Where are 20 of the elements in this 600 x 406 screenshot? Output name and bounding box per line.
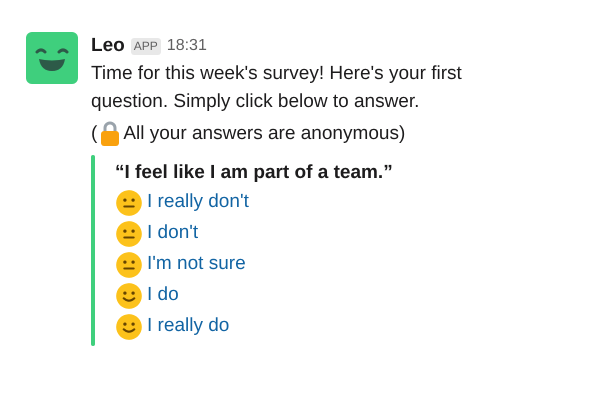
smiling-face-icon — [115, 312, 143, 340]
survey-question: “I feel like I am part of a team.” — [115, 161, 393, 185]
answer-link[interactable]: I don't — [147, 219, 198, 248]
message-text: question. Simply click below to answer. — [91, 90, 420, 114]
avatar-icon — [26, 32, 78, 84]
neutral-face-icon — [115, 250, 143, 278]
author-name[interactable]: Leo — [91, 32, 125, 60]
answer-link[interactable]: I really don't — [147, 188, 249, 217]
smiling-face-icon — [115, 282, 143, 310]
timestamp[interactable]: 18:31 — [166, 34, 207, 58]
message-text: Time for this week's survey! Here's your first — [91, 62, 462, 86]
message-text: ( — [91, 122, 98, 146]
answer-link[interactable]: I'm not sure — [147, 250, 246, 279]
lock-icon — [100, 121, 120, 147]
app-badge: APP — [130, 38, 161, 54]
neutral-face-icon — [115, 188, 143, 216]
answer-link[interactable]: I do — [147, 281, 179, 310]
neutral-face-icon — [115, 220, 143, 248]
answer-link[interactable]: I really do — [147, 312, 230, 341]
message-text: All your answers are anonymous) — [123, 122, 406, 146]
